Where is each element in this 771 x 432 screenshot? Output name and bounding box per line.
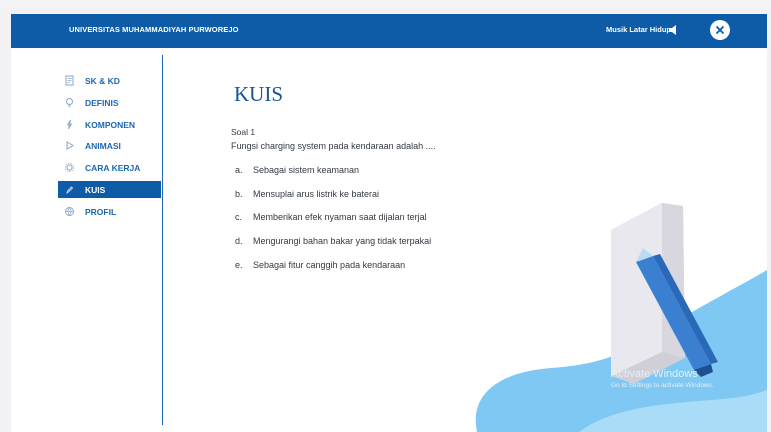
sidebar-item-label: ANIMASI (85, 141, 121, 152)
option-text: Mengurangi bahan bakar yang tidak terpak… (253, 236, 432, 247)
sidebar-item-sk-kd[interactable]: SK & KD (58, 72, 161, 89)
close-button[interactable] (710, 20, 730, 40)
sidebar-item-komponen[interactable]: KOMPONEN (58, 116, 161, 133)
sidebar-item-animasi[interactable]: ANIMASI (58, 137, 161, 154)
top-strip (0, 0, 771, 14)
option-text: Sebagai sistem keamanan (253, 165, 360, 175)
option-letter: e. (235, 259, 243, 270)
sidebar-item-label: KUIS (85, 184, 106, 195)
question-number: Soal 1 (231, 127, 256, 137)
sidebar-divider (162, 55, 163, 425)
close-icon (716, 26, 724, 34)
main-panel: Activate Windows Go to Settings to activ… (11, 48, 767, 432)
option-letter: d. (235, 236, 243, 247)
sidebar-item-profil[interactable]: PROFIL (58, 203, 161, 220)
bulb-icon (66, 97, 73, 107)
watermark-title: Activate Windows (611, 368, 698, 380)
question-text: Fungsi charging system pada kendaraan ad… (231, 141, 436, 151)
activation-watermark: Activate Windows Go to Settings to activ… (611, 368, 714, 389)
app-brand: UNIVERSITAS MUHAMMADIYAH PURWOREJO (69, 25, 239, 34)
option-text: Sebagai fitur canggih pada kendaraan (253, 259, 406, 270)
sidebar-nav: SK & KD DEFINIS KOMPONEN ANIMASI CARA KE… (58, 72, 161, 225)
document-icon (65, 75, 74, 86)
app-header: UNIVERSITAS MUHAMMADIYAH PURWOREJO Musik… (11, 14, 767, 48)
page-title: KUIS (234, 82, 284, 106)
option-text: Mensuplai arus listrik ke baterai (253, 188, 380, 199)
speaker-icon[interactable] (668, 24, 680, 36)
option-letter: b. (235, 188, 243, 199)
sidebar-item-label: CARA KERJA (85, 163, 141, 174)
sidebar-item-label: PROFIL (85, 206, 117, 217)
sidebar-item-label: DEFINIS (85, 97, 119, 108)
gear-icon (64, 163, 75, 173)
pencil-icon (66, 186, 74, 195)
option-letter: a. (235, 165, 243, 175)
puzzle-icon (66, 119, 73, 129)
play-icon (66, 141, 74, 151)
watermark-subtitle: Go to Settings to activate Windows. (611, 382, 714, 389)
sidebar-item-label: SK & KD (85, 76, 120, 86)
music-toggle-label[interactable]: Musik Latar Hidup (606, 25, 671, 34)
sidebar-item-label: KOMPONEN (85, 119, 136, 130)
option-letter: c. (235, 212, 243, 223)
sidebar-item-definisi[interactable]: DEFINIS (58, 94, 161, 111)
sidebar-item-kuis[interactable]: KUIS (58, 180, 161, 198)
sidebar-item-cara-kerja[interactable]: CARA KERJA (58, 159, 161, 176)
globe-icon (65, 206, 74, 216)
option-text: Memberikan efek nyaman saat dijalan terj… (253, 212, 427, 223)
